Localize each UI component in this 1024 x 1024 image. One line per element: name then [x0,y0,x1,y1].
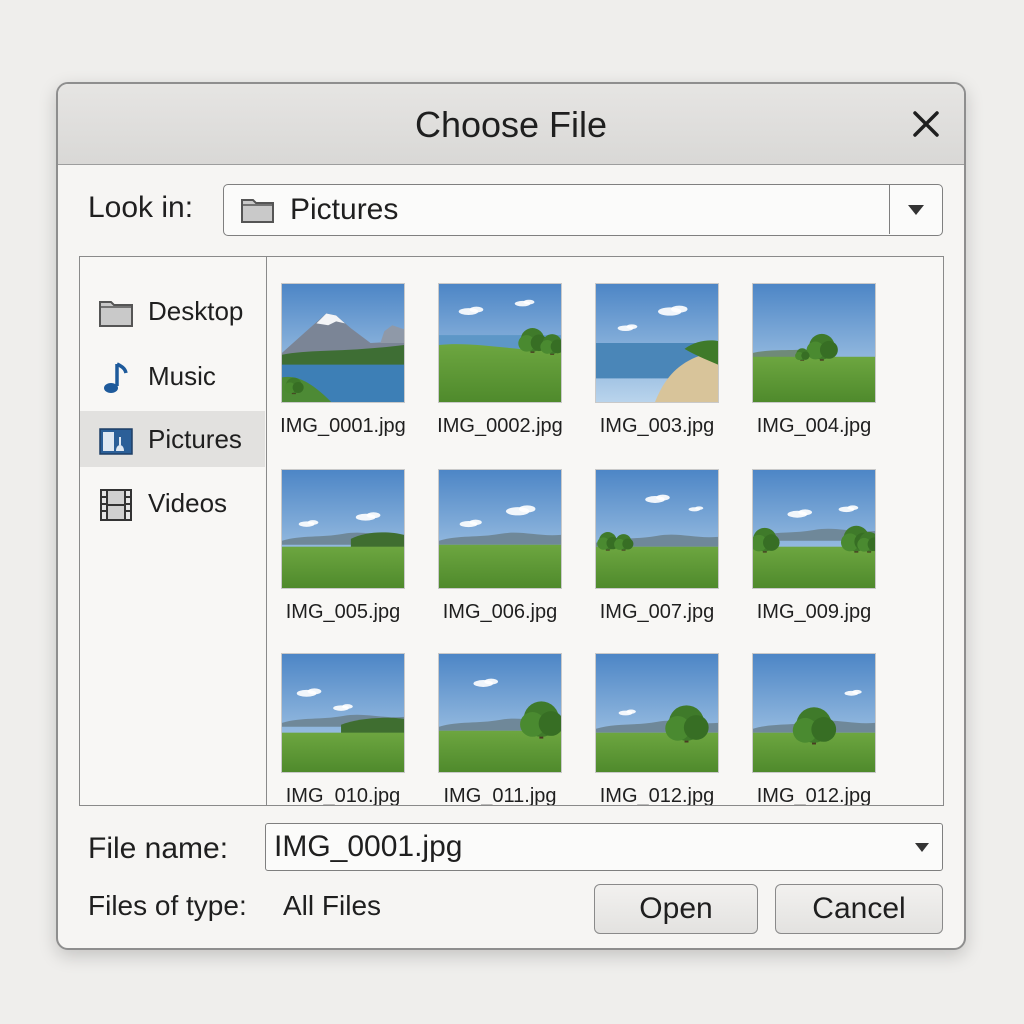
file-name-value: IMG_0001.jpg [274,830,463,863]
thumbnail-image [595,283,719,403]
thumbnail-image [281,283,405,403]
music-note-icon [98,360,134,396]
file-name-label: IMG_010.jpg [285,785,401,806]
thumbnail-image [438,469,562,589]
look-in-dropdown-arrow[interactable] [889,185,942,234]
sidebar-item-label: Desktop [148,296,244,326]
file-name-label: IMG_003.jpg [599,415,715,437]
file-name-label: IMG_011.jpg [443,785,557,806]
file-name-label: IMG_0001.jpg [280,415,406,437]
cancel-button[interactable]: Cancel [775,884,943,934]
look-in-value: Pictures [290,193,399,226]
file-name-label: IMG_004.jpg [756,415,872,437]
file-name-input[interactable]: IMG_0001.jpg [265,823,943,871]
look-in-label: Look in: [88,191,194,224]
look-in-dropdown[interactable]: Pictures [223,184,943,236]
thumbnail-image [752,283,876,403]
thumbnail-image [438,283,562,403]
file-item[interactable]: IMG_012.jpg [589,653,725,805]
file-item[interactable]: IMG_007.jpg [589,469,725,625]
folder-icon [241,199,274,223]
file-item[interactable]: IMG_012.jpg [746,653,882,805]
file-type-value[interactable]: All Files [283,890,381,922]
file-item[interactable]: IMG_003.jpg [589,283,725,439]
title-bar: Choose File [58,84,964,165]
sidebar-item-desktop[interactable]: Desktop [80,283,265,339]
file-item[interactable]: IMG_011.jpg [432,653,568,805]
choose-file-dialog: Choose File Look in: Pictures Desktop Mus… [56,82,966,950]
file-name-label: IMG_006.jpg [442,601,558,623]
thumbnail-image [752,653,876,773]
places-sidebar: Desktop Music Pictures Videos [79,256,267,806]
file-grid: IMG_0001.jpg IMG_0002.jpg IMG_003.jpg IMG_0… [267,256,944,806]
file-item[interactable]: IMG_010.jpg [275,653,411,805]
sidebar-item-music[interactable]: Music [80,348,265,404]
folder-icon [98,295,134,331]
close-button[interactable] [906,104,946,144]
file-name-label: IMG_012.jpg [599,785,715,806]
chevron-down-icon[interactable] [914,842,930,853]
dialog-title: Choose File [414,104,608,145]
open-button[interactable]: Open [594,884,758,934]
thumbnail-image [281,469,405,589]
thumbnail-image [595,469,719,589]
file-item[interactable]: IMG_004.jpg [746,283,882,439]
file-name-label: IMG_012.jpg [756,785,872,806]
file-type-label: Files of type: [88,890,247,921]
file-item[interactable]: IMG_006.jpg [432,469,568,625]
file-name-label: IMG_007.jpg [599,601,715,623]
chevron-down-icon [908,204,924,215]
sidebar-item-videos[interactable]: Videos [80,475,265,531]
sidebar-item-label: Pictures [148,424,242,454]
thumbnail-image [438,653,562,773]
sidebar-item-pictures[interactable]: Pictures [80,411,265,467]
sidebar-item-label: Music [148,361,216,391]
file-name-label: IMG_0002.jpg [437,415,563,437]
file-item[interactable]: IMG_009.jpg [746,469,882,625]
sidebar-item-label: Videos [148,488,228,518]
file-name-label: IMG_005.jpg [285,601,401,623]
file-name-label: File name: [88,832,229,865]
file-item[interactable]: IMG_0002.jpg [432,283,568,439]
film-icon [98,487,134,523]
thumbnail-image [281,653,405,773]
file-item[interactable]: IMG_0001.jpg [275,283,411,439]
thumbnail-image [752,469,876,589]
file-name-label: IMG_009.jpg [756,601,872,623]
thumbnail-image [595,653,719,773]
file-item[interactable]: IMG_005.jpg [275,469,411,625]
close-icon [913,111,939,137]
pictures-icon [98,423,134,459]
